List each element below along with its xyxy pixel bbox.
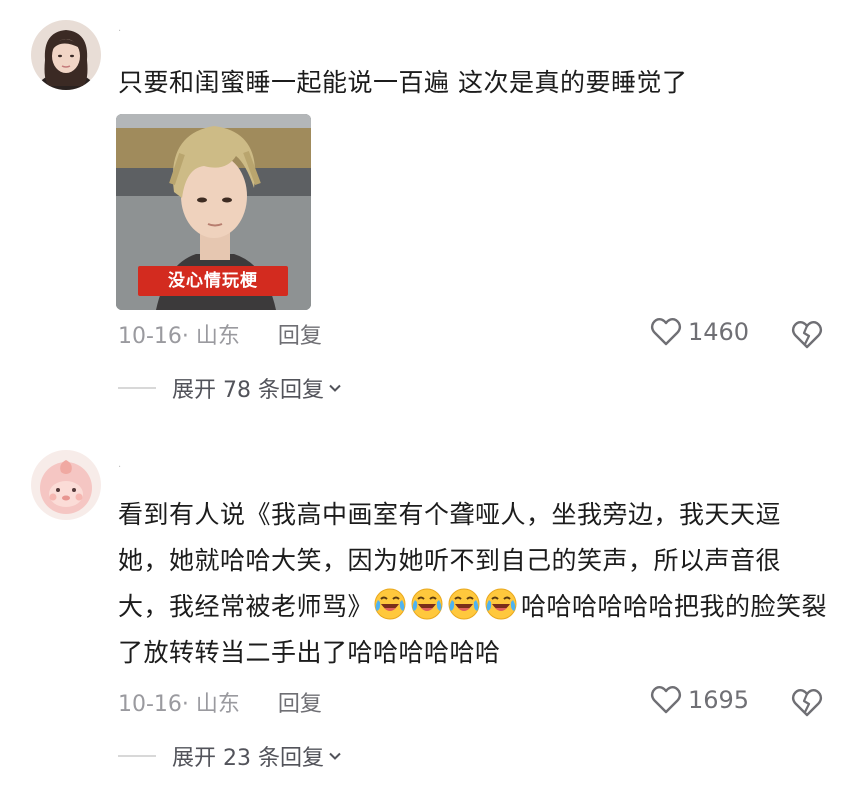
expand-replies-label: 展开 23 条回复 [172, 746, 324, 771]
comment-meta: 10-16· 山东 回复 [118, 318, 322, 350]
divider-line [118, 755, 156, 757]
expand-replies-button[interactable]: 展开 78 条回复 [118, 372, 342, 404]
broken-heart-icon [791, 688, 823, 717]
heart-outline-icon [650, 685, 682, 714]
laughing-crying-emoji [374, 588, 406, 620]
like-count: 1460 [688, 318, 750, 346]
comment-item: · 只要和闺蜜睡一起能说一百遍 这次是真的要睡觉了 没心情玩梗 10-16· 山… [0, 0, 856, 420]
laughing-crying-emoji [448, 588, 480, 620]
expand-replies-label: 展开 78 条回复 [172, 378, 324, 403]
comment-date-location: 10-16· 山东 [118, 324, 240, 349]
laughing-crying-emoji [411, 588, 443, 620]
chevron-down-icon [329, 384, 341, 392]
dislike-button[interactable] [791, 318, 823, 350]
comment-date-location: 10-16· 山东 [118, 692, 240, 717]
divider-line [118, 387, 156, 389]
comment-text: 看到有人说《我高中画室有个聋哑人，坐我旁边，我天天逗她，她就哈哈大笑，因为她听不… [118, 492, 828, 676]
emoji-group [373, 588, 521, 621]
meme-image[interactable]: 没心情玩梗 [116, 114, 311, 310]
reply-button[interactable]: 回复 [278, 686, 322, 718]
avatar[interactable] [31, 20, 101, 90]
like-count: 1695 [688, 686, 750, 714]
heart-outline-icon [650, 317, 682, 346]
reply-button[interactable]: 回复 [278, 318, 322, 350]
username-placeholder: · [118, 462, 122, 473]
meme-caption: 没心情玩梗 [138, 266, 288, 296]
dislike-button[interactable] [791, 686, 823, 718]
broken-heart-icon [791, 320, 823, 349]
comment-meta: 10-16· 山东 回复 [118, 686, 322, 718]
like-button[interactable]: 1460 [650, 317, 749, 347]
comment-item: · 看到有人说《我高中画室有个聋哑人，坐我旁边，我天天逗她，她就哈哈大笑，因为她… [0, 440, 856, 802]
expand-replies-button[interactable]: 展开 23 条回复 [118, 740, 342, 772]
chevron-down-icon [329, 752, 341, 760]
laughing-crying-emoji [485, 588, 517, 620]
like-button[interactable]: 1695 [650, 685, 749, 715]
comment-text: 只要和闺蜜睡一起能说一百遍 这次是真的要睡觉了 [118, 68, 688, 97]
username-placeholder: · [118, 26, 122, 37]
avatar[interactable] [31, 450, 101, 520]
